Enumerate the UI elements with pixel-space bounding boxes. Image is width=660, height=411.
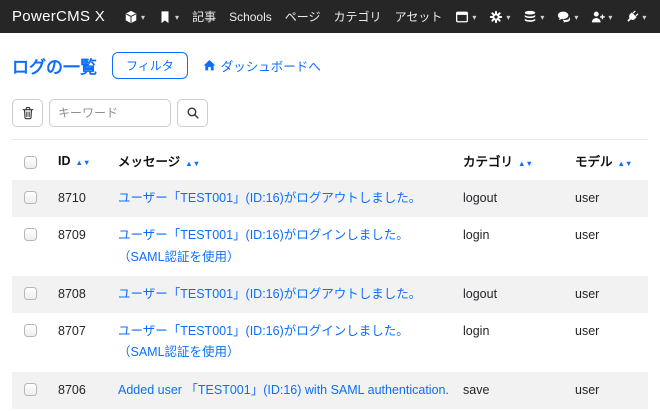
log-table: ID▲▼ メッセージ▲▼ カテゴリ▲▼ モデル▲▼ 8710 ユーザー「TEST… <box>12 139 648 409</box>
log-model: user <box>569 217 648 276</box>
log-id: 8710 <box>50 180 112 217</box>
log-category: login <box>457 217 569 276</box>
log-model: user <box>569 313 648 372</box>
table-row: 8707 ユーザー「TEST001」(ID:16)がログインしました。 （SAM… <box>12 313 648 372</box>
nav-plugin-menu[interactable]: ▾ <box>625 10 646 24</box>
log-model: user <box>569 372 648 409</box>
nav-package-menu[interactable]: ▾ <box>124 10 145 24</box>
nav-database-menu[interactable]: ▾ <box>523 10 544 24</box>
table-row: 8708 ユーザー「TEST001」(ID:16)がログアウトしました。 log… <box>12 276 648 313</box>
caret-down-icon: ▾ <box>642 14 646 22</box>
sort-ascending-icon[interactable]: ▲ <box>76 158 83 167</box>
row-checkbox[interactable] <box>24 191 37 204</box>
log-message-link[interactable]: ユーザー「TEST001」(ID:16)がログアウトしました。 <box>118 191 421 205</box>
comments-icon <box>557 10 571 24</box>
nav-item-categories[interactable]: カテゴリ <box>334 8 382 25</box>
table-row: 8706 Added user 「TEST001」(ID:16) with SA… <box>12 372 648 409</box>
log-id: 8708 <box>50 276 112 313</box>
row-checkbox[interactable] <box>24 324 37 337</box>
sort-ascending-icon[interactable]: ▲ <box>618 159 625 168</box>
log-category: logout <box>457 276 569 313</box>
sort-descending-icon[interactable]: ▼ <box>525 159 532 168</box>
table-row: 8710 ユーザー「TEST001」(ID:16)がログアウトしました。 log… <box>12 180 648 217</box>
sort-descending-icon[interactable]: ▼ <box>193 159 200 168</box>
main-content: ログの一覧 フィルタ ダッシュボードへ ID▲▼ <box>0 33 660 409</box>
caret-down-icon: ▾ <box>506 14 510 22</box>
caret-down-icon: ▾ <box>608 14 612 22</box>
log-category: save <box>457 372 569 409</box>
database-icon <box>523 10 537 24</box>
nav-window-menu[interactable]: ▾ <box>455 10 476 24</box>
row-checkbox[interactable] <box>24 228 37 241</box>
package-icon <box>124 10 138 24</box>
table-row: 8709 ユーザー「TEST001」(ID:16)がログインしました。 （SAM… <box>12 217 648 276</box>
plug-icon <box>625 10 639 24</box>
nav-settings-menu[interactable]: ▾ <box>489 10 510 24</box>
nav-item-entries[interactable]: 記事 <box>192 8 216 25</box>
brand-logo[interactable]: PowerCMS X <box>12 8 105 25</box>
log-category: logout <box>457 180 569 217</box>
window-icon <box>455 10 469 24</box>
keyword-input[interactable] <box>49 99 171 127</box>
nav-user-add-menu[interactable]: ▾ <box>591 10 612 24</box>
log-id: 8709 <box>50 217 112 276</box>
page-header: ログの一覧 フィルタ ダッシュボードへ <box>12 52 648 79</box>
caret-down-icon: ▾ <box>175 14 179 22</box>
sort-ascending-icon[interactable]: ▲ <box>185 159 192 168</box>
nav-comments-menu[interactable]: ▾ <box>557 10 578 24</box>
log-message-link[interactable]: Added user 「TEST001」(ID:16) with SAML au… <box>118 383 449 397</box>
log-id: 8707 <box>50 313 112 372</box>
top-navbar: PowerCMS X ▾ ▾ 記事 Schools ページ カテゴリ アセット … <box>0 0 660 33</box>
log-category: login <box>457 313 569 372</box>
log-message-link[interactable]: ユーザー「TEST001」(ID:16)がログインしました。 （SAML認証を使… <box>118 324 409 359</box>
nav-item-schools[interactable]: Schools <box>229 10 272 24</box>
bookmark-icon <box>158 10 172 24</box>
search-icon <box>186 106 200 120</box>
row-checkbox[interactable] <box>24 287 37 300</box>
row-checkbox[interactable] <box>24 383 37 396</box>
filter-button[interactable]: フィルタ <box>112 52 188 79</box>
caret-down-icon: ▾ <box>141 14 145 22</box>
home-icon <box>203 59 216 72</box>
nav-item-assets[interactable]: アセット <box>395 8 443 25</box>
nav-item-pages[interactable]: ページ <box>285 8 321 25</box>
column-header-message[interactable]: メッセージ▲▼ <box>112 140 457 181</box>
log-model: user <box>569 180 648 217</box>
dashboard-link-label: ダッシュボードへ <box>221 56 321 75</box>
delete-button[interactable] <box>12 99 43 127</box>
nav-bookmark-menu[interactable]: ▾ <box>158 10 179 24</box>
page-title: ログの一覧 <box>12 53 97 78</box>
user-add-icon <box>591 10 605 24</box>
caret-down-icon: ▾ <box>540 14 544 22</box>
caret-down-icon: ▾ <box>472 14 476 22</box>
caret-down-icon: ▾ <box>574 14 578 22</box>
column-header-model[interactable]: モデル▲▼ <box>569 140 648 181</box>
column-header-category[interactable]: カテゴリ▲▼ <box>457 140 569 181</box>
select-all-checkbox[interactable] <box>24 156 37 169</box>
dashboard-link[interactable]: ダッシュボードへ <box>203 56 321 75</box>
search-bar <box>12 99 648 127</box>
sort-descending-icon[interactable]: ▼ <box>83 158 90 167</box>
search-button[interactable] <box>177 99 208 127</box>
log-message-link[interactable]: ユーザー「TEST001」(ID:16)がログアウトしました。 <box>118 287 421 301</box>
column-header-id[interactable]: ID▲▼ <box>50 140 112 181</box>
sort-descending-icon[interactable]: ▼ <box>625 159 632 168</box>
gear-icon <box>489 10 503 24</box>
log-model: user <box>569 276 648 313</box>
log-id: 8706 <box>50 372 112 409</box>
log-message-link[interactable]: ユーザー「TEST001」(ID:16)がログインしました。 （SAML認証を使… <box>118 228 409 263</box>
trash-icon <box>21 106 35 120</box>
table-header-row: ID▲▼ メッセージ▲▼ カテゴリ▲▼ モデル▲▼ <box>12 140 648 181</box>
